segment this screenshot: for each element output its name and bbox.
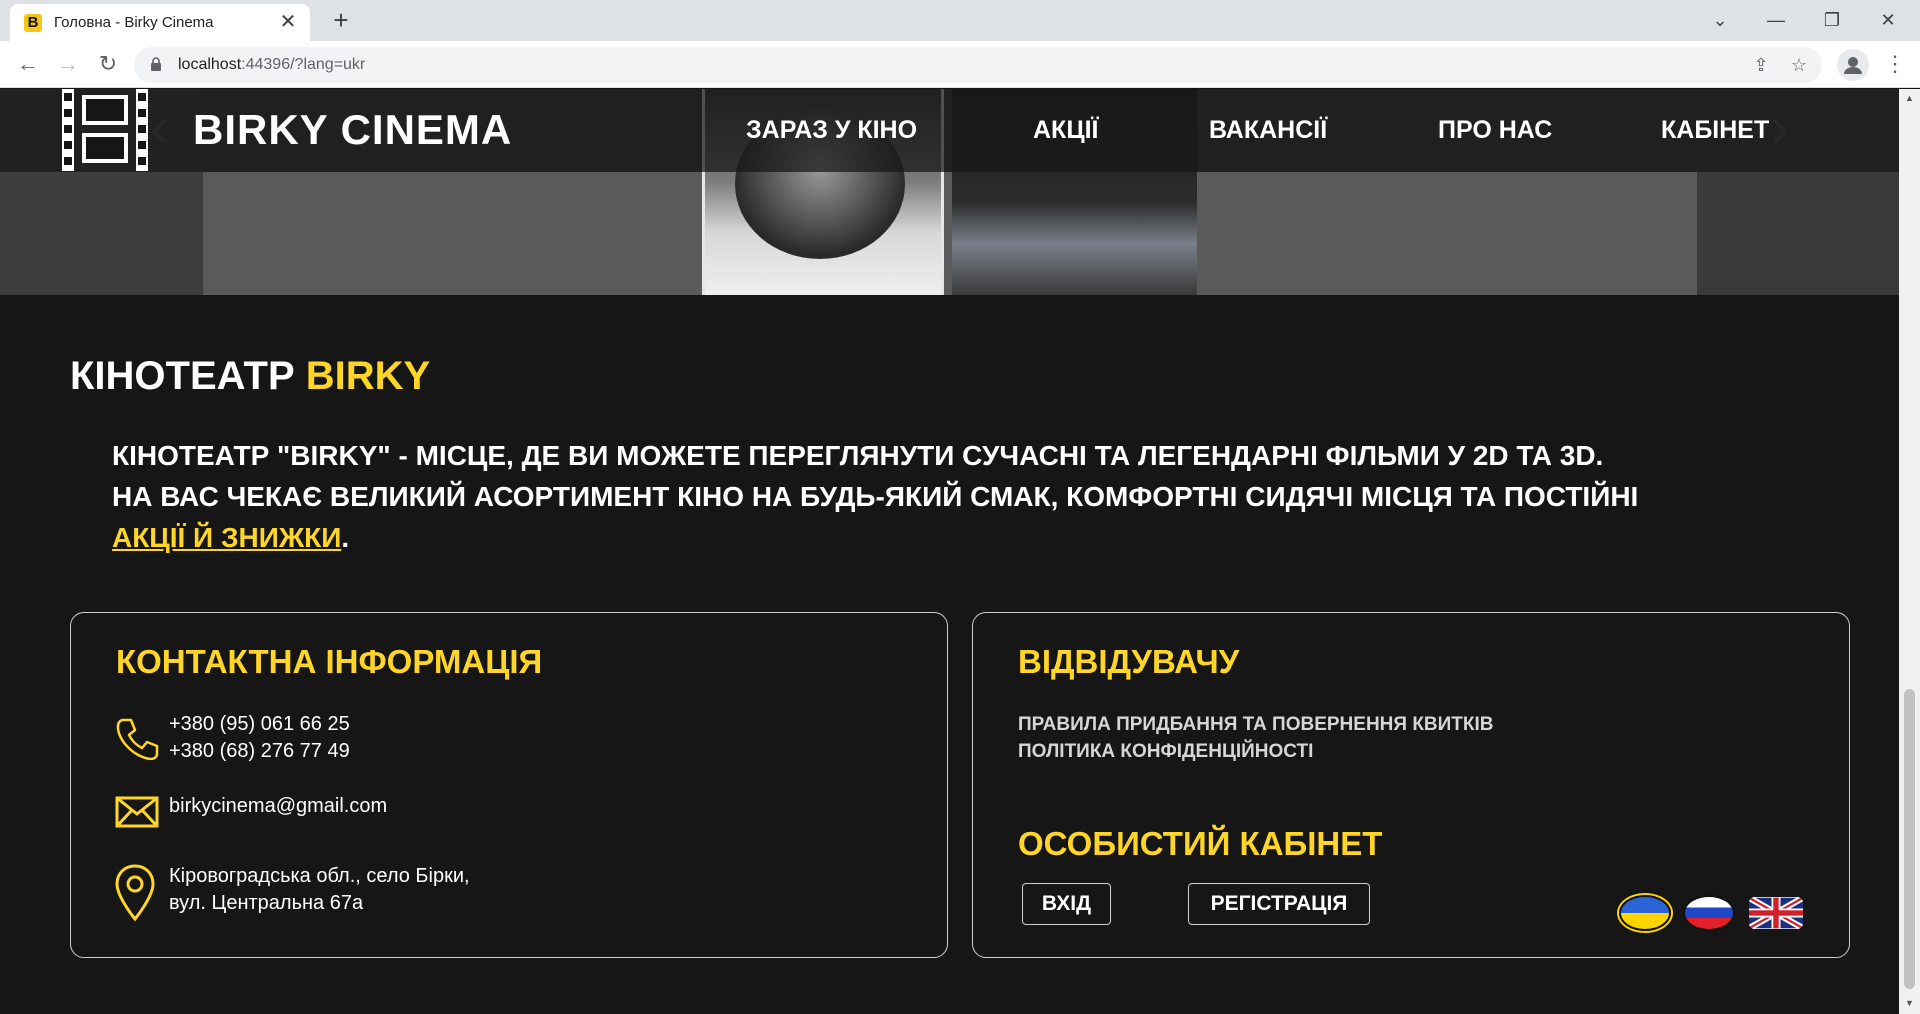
phone-number-2[interactable]: +380 (68) 276 77 49 xyxy=(169,738,350,765)
visitor-title: ВІДВІДУВАЧУ xyxy=(1018,643,1240,680)
register-button[interactable]: РЕГІСТРАЦІЯ xyxy=(1188,883,1370,925)
reload-button[interactable]: ↻ xyxy=(92,49,124,81)
address-line-2: вул. Центральна 67а xyxy=(169,892,364,914)
scroll-down-icon[interactable]: ▼ xyxy=(1904,998,1915,1010)
flag-russia-icon[interactable] xyxy=(1683,895,1735,931)
page-scrollbar[interactable]: ▲ ▼ xyxy=(1899,89,1920,1014)
bookmark-star-icon[interactable]: ☆ xyxy=(1788,54,1810,76)
ticket-rules-link[interactable]: ПРАВИЛА ПРИДБАННЯ ТА ПОВЕРНЕННЯ КВИТКІВ xyxy=(1018,711,1494,738)
scroll-up-icon[interactable]: ▲ xyxy=(1904,93,1915,105)
restore-button[interactable]: ❐ xyxy=(1804,0,1860,41)
mail-icon xyxy=(115,796,159,828)
flag-uk-icon[interactable] xyxy=(1749,897,1803,929)
forward-button[interactable]: → xyxy=(52,49,84,81)
about-line-2: НА ВАС ЧЕКАЄ ВЕЛИКИЙ АСОРТИМЕНТ КІНО НА … xyxy=(112,481,1639,512)
nav-vacancies[interactable]: ВАКАНСІЇ xyxy=(1209,113,1327,147)
site-header: BIRKY CINEMA ЗАРАЗ У КІНО АКЦІЇ ВАКАНСІЇ… xyxy=(0,89,1899,172)
tab-title: Головна - Birky Cinema xyxy=(54,14,214,31)
flag-ukraine-icon[interactable] xyxy=(1619,895,1671,931)
cabinet-title: ОСОБИСТИЙ КАБІНЕТ xyxy=(1018,825,1383,862)
close-window-button[interactable]: ✕ xyxy=(1860,0,1916,41)
location-pin-icon xyxy=(115,864,155,922)
browser-toolbar: ← → ↻ localhost:44396/?lang=ukr ⇪ ☆ ⋮ xyxy=(0,41,1920,88)
back-button[interactable]: ← xyxy=(12,49,44,81)
page-viewport: ‹ › BIRKY CINEMA ЗАРАЗ У КІНО АКЦІЇ ВАКА… xyxy=(0,89,1899,1014)
nav-now-showing[interactable]: ЗАРАЗ У КІНО xyxy=(746,113,917,147)
promotions-link[interactable]: АКЦІЇ Й ЗНИЖКИ xyxy=(112,522,341,553)
about-description: КІНОТЕАТР "BIRKY" - МІСЦЕ, ДЕ ВИ МОЖЕТЕ … xyxy=(112,435,1812,558)
nav-promotions[interactable]: АКЦІЇ xyxy=(1033,113,1098,147)
site-logo-text[interactable]: BIRKY CINEMA xyxy=(193,105,512,155)
nav-cabinet[interactable]: КАБІНЕТ xyxy=(1661,113,1769,147)
address-bar[interactable]: localhost:44396/?lang=ukr ⇪ ☆ xyxy=(134,47,1822,83)
phone-number-1[interactable]: +380 (95) 061 66 25 xyxy=(169,711,350,738)
about-title: КІНОТЕАТР BIRKY xyxy=(70,354,431,398)
address-line-1: Кіровоградська обл., село Бірки, xyxy=(169,865,470,887)
privacy-policy-link[interactable]: ПОЛІТИКА КОНФІДЕНЦІЙНОСТІ xyxy=(1018,738,1313,765)
film-strip-logo-icon[interactable] xyxy=(60,89,150,171)
nav-about[interactable]: ПРО НАС xyxy=(1438,113,1552,147)
login-button[interactable]: ВХІД xyxy=(1022,883,1111,925)
hero-slide-band xyxy=(203,172,1697,295)
contact-card: КОНТАКТНА ІНФОРМАЦІЯ +380 (95) 061 66 25… xyxy=(70,612,948,958)
url-text: localhost:44396/?lang=ukr xyxy=(178,56,366,73)
scroll-thumb[interactable] xyxy=(1904,689,1915,989)
about-line-3: АКЦІЇ Й ЗНИЖКИ. xyxy=(112,522,350,553)
browser-tab-bar: B Головна - Birky Cinema ✕ + ⌄ — ❐ ✕ xyxy=(0,0,1920,41)
tab-search-icon[interactable]: ⌄ xyxy=(1692,0,1748,41)
email-link[interactable]: birkycinema@gmail.com xyxy=(169,793,387,820)
close-tab-icon[interactable]: ✕ xyxy=(276,10,300,34)
about-line-1: КІНОТЕАТР "BIRKY" - МІСЦЕ, ДЕ ВИ МОЖЕТЕ … xyxy=(112,440,1604,471)
share-icon[interactable]: ⇪ xyxy=(1750,54,1772,76)
profile-avatar-icon[interactable] xyxy=(1837,49,1869,81)
new-tab-button[interactable]: + xyxy=(326,6,356,36)
favicon-icon: B xyxy=(24,14,42,32)
visitor-card: ВІДВІДУВАЧУ ПРАВИЛА ПРИДБАННЯ ТА ПОВЕРНЕ… xyxy=(972,612,1850,958)
lock-icon xyxy=(151,57,161,71)
phone-icon xyxy=(116,718,159,760)
browser-tab[interactable]: B Головна - Birky Cinema ✕ xyxy=(10,4,310,41)
browser-menu-icon[interactable]: ⋮ xyxy=(1880,49,1910,81)
minimize-button[interactable]: — xyxy=(1748,0,1804,41)
contact-title: КОНТАКТНА ІНФОРМАЦІЯ xyxy=(116,643,543,680)
